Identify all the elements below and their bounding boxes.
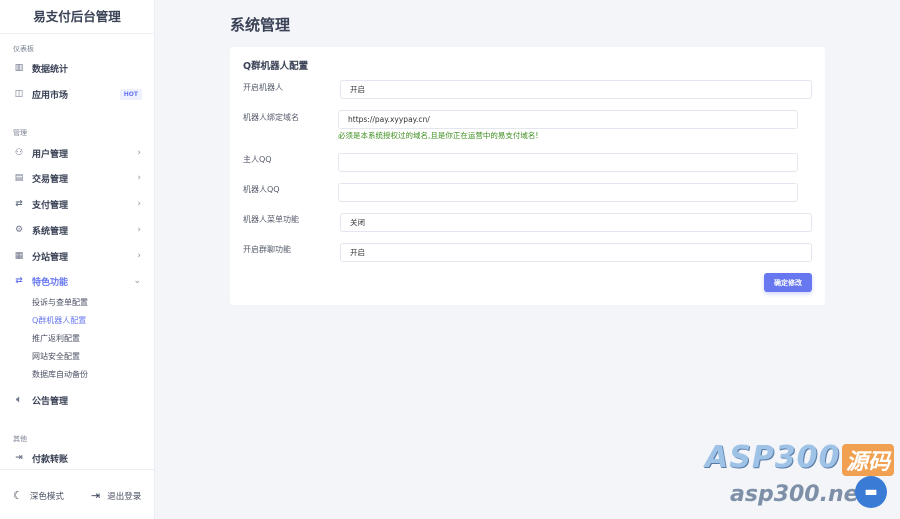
sidebar-item-substations[interactable]: ▦ 分站管理 › [0,245,155,267]
chevron-right-icon: › [137,225,141,235]
field-label: 机器人QQ [243,185,280,194]
document-icon: ▤ [14,173,24,183]
sidebar-footer: ☾ 深色模式 ⇥ 退出登录 [0,469,155,519]
brand-title: 易支付后台管理 [0,0,154,34]
sidebar-item-users[interactable]: ⚇ 用户管理 › [0,142,155,164]
chevron-right-icon: › [137,173,141,183]
enable-robot-select[interactable]: 开启 [340,80,812,99]
label: 特色功能 [32,277,69,288]
hot-badge: HOT [119,88,142,100]
domain-hint: 必须是本系统授权过的域名,且是你正在运营中的易支付域名! [338,131,539,140]
subitem-qq-robot[interactable]: Q群机器人配置 [32,315,86,326]
qq-robot-config-card: Q群机器人配置 开启机器人 开启 机器人绑定域名 https://pay.xyy… [230,47,825,305]
page-title: 系统管理 [230,16,291,34]
label: 付款转账 [32,454,69,465]
field-label: 机器人绑定域名 [243,113,299,122]
export-icon: ⇥ [15,453,23,463]
sidebar-item-transfer[interactable]: ⇥ 付款转账 [0,447,155,469]
section-manage: 管理 [13,129,27,137]
moon-icon: ☾ [13,489,23,502]
section-other: 其他 [13,435,27,443]
transfer-icon: ⇄ [15,199,23,209]
robot-menu-select[interactable]: 关闭 [340,213,812,232]
label: 数据统计 [32,64,69,75]
label: 用户管理 [32,149,69,160]
logout-icon: ⇥ [91,489,101,502]
subitem-security[interactable]: 网站安全配置 [32,351,80,362]
sidebar: 易支付后台管理 仪表板 ▥ 数据统计 ◫ 应用市场 HOT 管理 ⚇ 用户管理 › ▤ 交易… [0,0,155,519]
speaker-icon: 🔈︎ [16,395,22,405]
chat-icon: ▬ [864,484,878,500]
watermark-tag: 源码 [842,444,895,476]
store-icon: ▦ [14,251,24,261]
label: 支付管理 [32,200,69,211]
label: 交易管理 [32,174,69,185]
map-icon: ◫ [14,89,24,99]
sidebar-item-payment[interactable]: ⇄ 支付管理 › [0,193,155,215]
chevron-right-icon: › [137,148,141,158]
label: 应用市场 [32,90,69,101]
watermark-logo: ASP300 [705,440,841,475]
section-dashboard: 仪表板 [13,45,34,53]
robot-domain-input[interactable]: https://pay.xyypay.cn/ [338,110,798,129]
submit-button[interactable]: 确定修改 [764,273,812,292]
field-label: 开启群聊功能 [243,245,291,254]
logout-button[interactable]: ⇥ 退出登录 [91,489,141,502]
dark-mode-button[interactable]: ☾ 深色模式 [13,489,64,502]
label: 深色模式 [29,491,64,502]
sidebar-item-market[interactable]: ◫ 应用市场 HOT [0,83,155,105]
field-label: 开启机器人 [243,83,283,92]
label: 系统管理 [32,226,69,237]
robot-qq-input[interactable] [338,183,798,202]
sidebar-item-features[interactable]: ⇄ 特色功能 ⌄ [0,270,155,292]
sidebar-item-stats[interactable]: ▥ 数据统计 [0,57,155,79]
chevron-down-icon: ⌄ [133,276,141,286]
label: 退出登录 [107,491,142,502]
watermark-url: asp300.net [730,482,870,507]
label: 公告管理 [32,396,69,407]
subitem-backup[interactable]: 数据库自动备份 [32,369,88,380]
subitem-complaint[interactable]: 投诉与查单配置 [32,297,88,308]
transfer-icon: ⇄ [15,276,23,286]
owner-qq-input[interactable] [338,153,798,172]
sidebar-item-trades[interactable]: ▤ 交易管理 › [0,167,155,189]
subitem-referral[interactable]: 推广返利配置 [32,333,80,344]
chevron-right-icon: › [137,199,141,209]
chat-bubble-button[interactable]: ▬ [855,476,887,508]
gear-icon: ⚙ [14,225,24,235]
bar-chart-icon: ▥ [14,63,24,73]
sidebar-item-system[interactable]: ⚙ 系统管理 › [0,219,155,241]
field-label: 机器人菜单功能 [243,215,299,224]
label: 分站管理 [32,252,69,263]
card-title: Q群机器人配置 [243,61,309,72]
field-label: 主人QQ [243,155,272,164]
group-chat-select[interactable]: 开启 [340,243,812,262]
sidebar-item-notice[interactable]: 🔈︎ 公告管理 [0,389,155,411]
users-icon: ⚇ [14,148,24,158]
chevron-right-icon: › [137,251,141,261]
